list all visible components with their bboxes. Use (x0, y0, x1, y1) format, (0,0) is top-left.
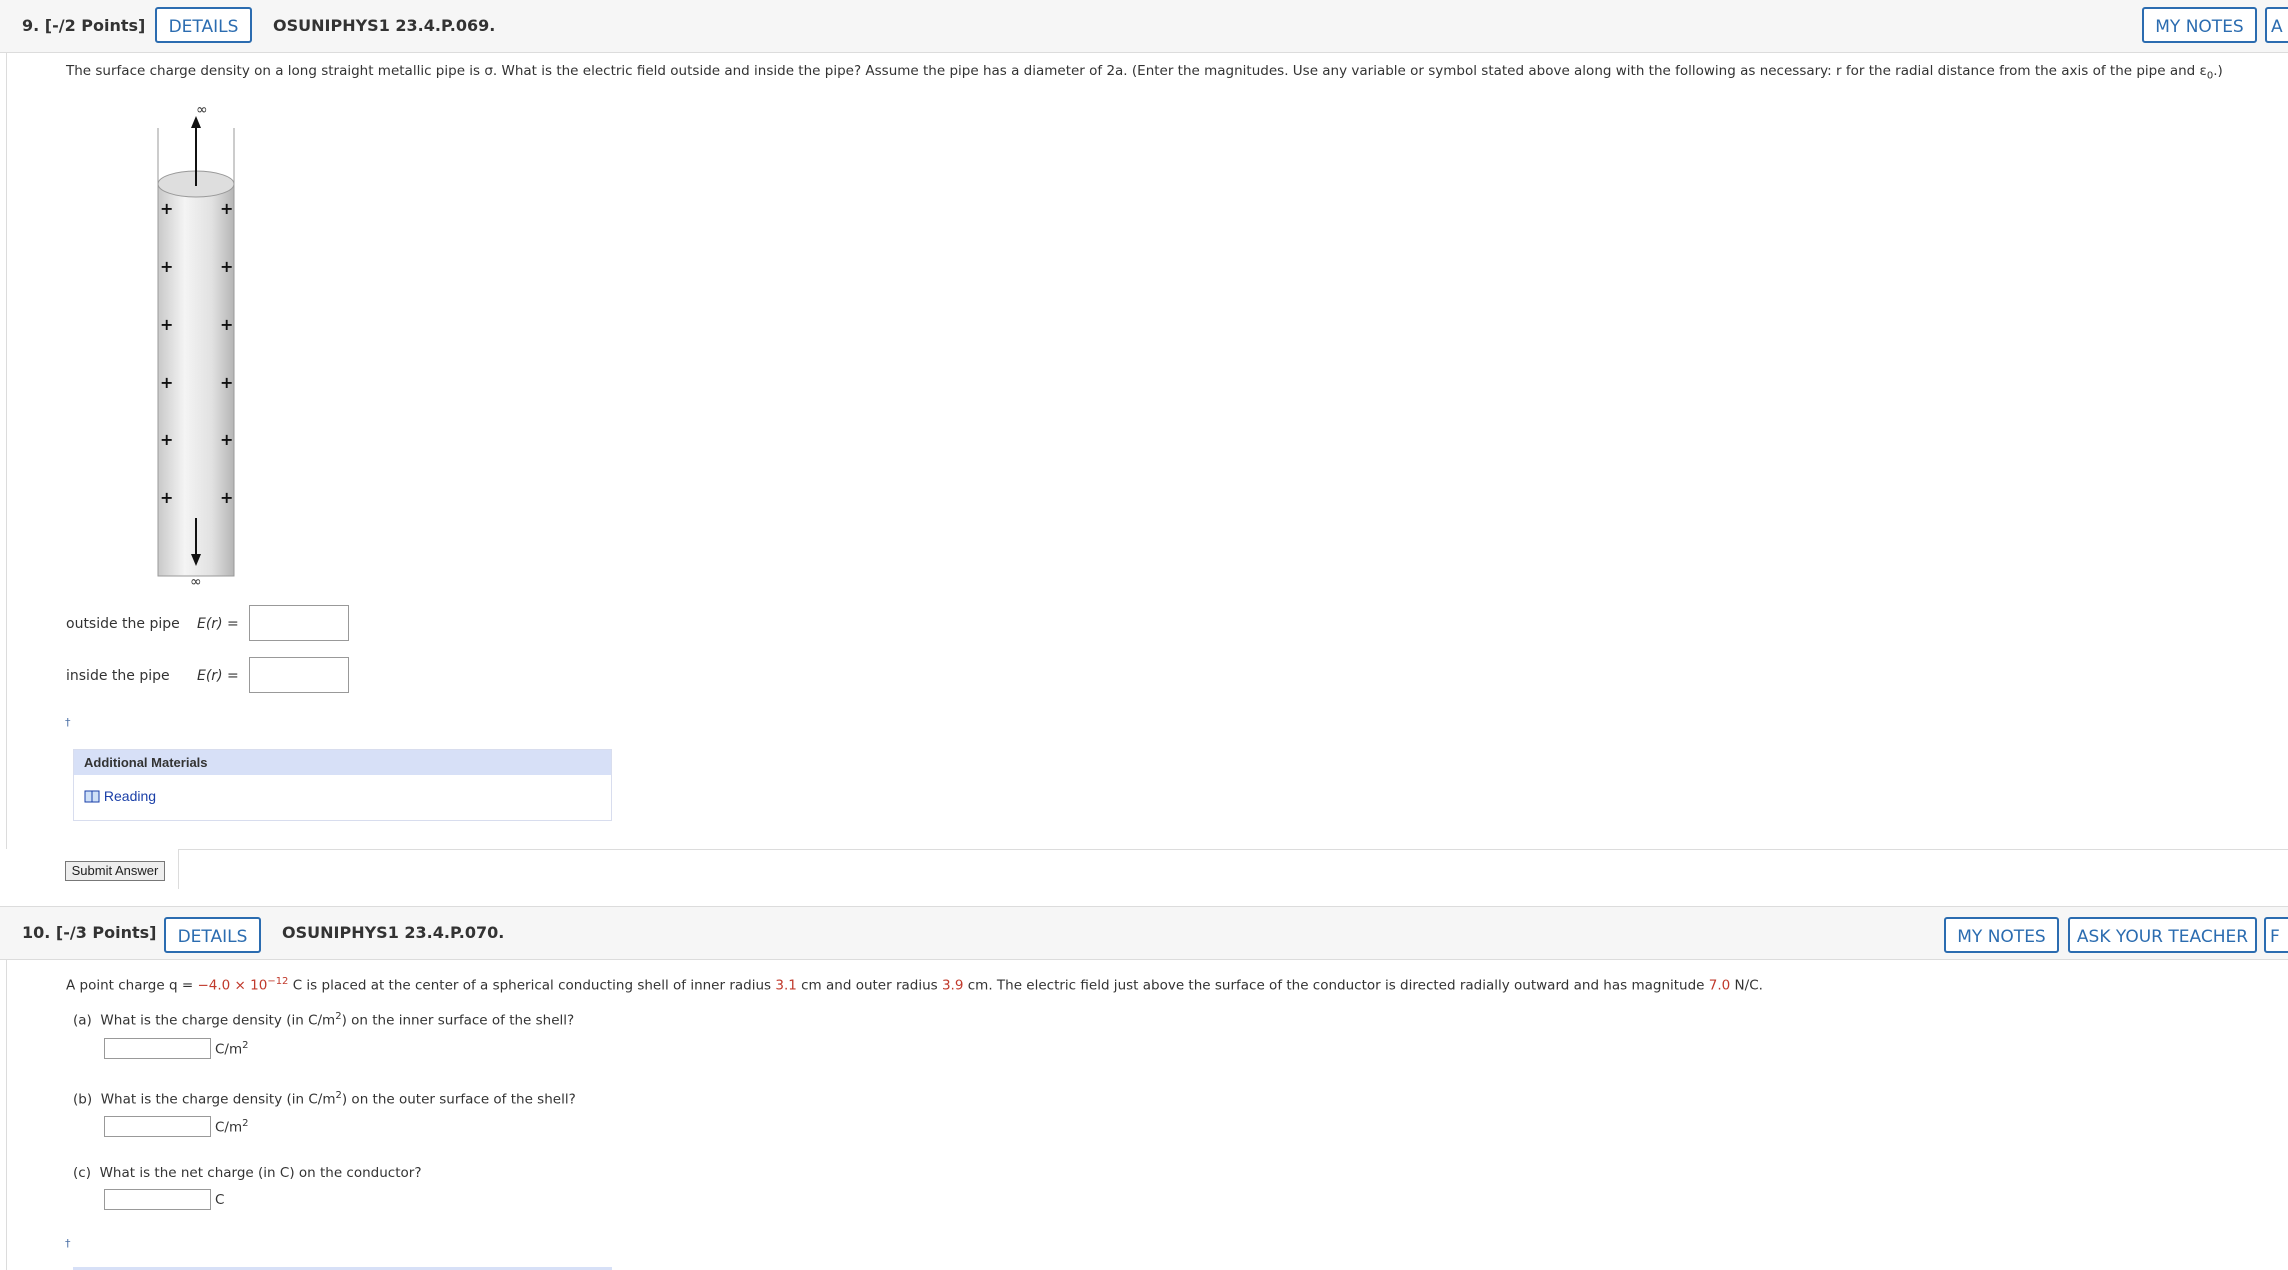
infinity-bottom-label: ∞ (190, 574, 202, 590)
part-a-unit: C/m2 (215, 1040, 249, 1058)
plus-sign: + (220, 199, 233, 218)
charge-exponent: −12 (267, 976, 289, 987)
part-c-unit: C (215, 1192, 225, 1208)
part-b-unit-exponent: 2 (242, 1118, 249, 1129)
part-a-unit-text: C/m (215, 1041, 243, 1058)
q9-tip-marker: † (65, 716, 71, 729)
inner-radius-value: 3.1 (775, 977, 797, 994)
reading-link[interactable]: Reading (84, 788, 156, 804)
q9-body-border (6, 52, 2288, 849)
q9-header: 9. [-/2 Points] DETAILS OSUNIPHYS1 23.4.… (0, 0, 2288, 53)
inside-pipe-answer-input[interactable] (249, 657, 349, 693)
q10-body-border (6, 959, 2288, 1270)
plus-sign: + (220, 257, 233, 276)
plus-sign: + (220, 315, 233, 334)
part-a-question: (a) What is the charge density (in C/m2)… (73, 1011, 574, 1029)
infinity-top-label: ∞ (196, 102, 208, 118)
field-magnitude-value: 7.0 (1708, 977, 1731, 994)
q9-prompt-text: The surface charge density on a long str… (66, 63, 2207, 79)
q10-details-button[interactable]: DETAILS (164, 917, 261, 953)
plus-sign: + (220, 373, 233, 392)
plus-sign: + (220, 488, 233, 507)
submit-answer-button[interactable]: Submit Answer (65, 861, 165, 881)
part-a-text: What is the charge density (in C/m (100, 1012, 336, 1029)
inside-er-label: E(r) = (197, 668, 239, 684)
part-b-tag: (b) (73, 1091, 93, 1108)
q10-question-id: OSUNIPHYS1 23.4.P.070. (282, 923, 505, 942)
part-a-text-end: ) on the inner surface of the shell? (341, 1012, 575, 1029)
q9-details-button[interactable]: DETAILS (155, 7, 252, 43)
submit-area-divider-vertical (178, 849, 179, 889)
part-c-answer-input[interactable] (104, 1189, 211, 1210)
q10-tip-marker: † (65, 1237, 71, 1250)
part-a-unit-exponent: 2 (242, 1040, 249, 1051)
plus-sign: + (160, 199, 173, 218)
q10-prompt-text: N/C. (1730, 977, 1763, 994)
outer-radius-value: 3.9 (941, 977, 964, 994)
q9-question-id: OSUNIPHYS1 23.4.P.069. (273, 16, 496, 35)
q10-points: 10. [-/3 Points] (22, 923, 157, 942)
part-c-tag: (c) (73, 1165, 91, 1181)
part-c-question: (c) What is the net charge (in C) on the… (73, 1165, 421, 1181)
part-b-text: What is the charge density (in C/m (100, 1091, 336, 1108)
q10-extra-button[interactable]: F (2264, 917, 2288, 953)
q10-prompt-text: cm. The electric field just above the su… (963, 977, 1709, 994)
plus-sign: + (160, 315, 173, 334)
plus-sign: + (160, 257, 173, 276)
plus-sign: + (220, 430, 233, 449)
outside-pipe-label: outside the pipe (66, 616, 180, 632)
part-b-unit: C/m2 (215, 1118, 249, 1136)
q10-prompt-text: C is placed at the center of a spherical… (288, 977, 776, 994)
q10-prompt: A point charge q = −4.0 × 10−12 C is pla… (66, 976, 1763, 994)
part-b-unit-text: C/m (215, 1119, 243, 1136)
q10-header: 10. [-/3 Points] DETAILS OSUNIPHYS1 23.4… (0, 906, 2288, 960)
plus-sign: + (160, 430, 173, 449)
outside-er-label: E(r) = (197, 616, 239, 632)
q9-prompt: The surface charge density on a long str… (66, 63, 2223, 82)
reading-link-label: Reading (103, 788, 157, 804)
q9-prompt-end: .) (2213, 63, 2223, 79)
charge-value: −4.0 × 10 (197, 977, 268, 994)
submit-area-divider (178, 849, 2288, 850)
q9-my-notes-button[interactable]: MY NOTES (2142, 7, 2257, 43)
q10-my-notes-button[interactable]: MY NOTES (1944, 917, 2059, 953)
charged-pipe-figure: ∞ ∞ + + + + + + + + + + + + (157, 102, 235, 590)
outside-pipe-answer-input[interactable] (249, 605, 349, 641)
q10-ask-teacher-button[interactable]: ASK YOUR TEACHER (2068, 917, 2257, 953)
part-a-tag: (a) (73, 1012, 92, 1029)
part-a-answer-input[interactable] (104, 1038, 211, 1059)
additional-materials-box: Additional Materials Reading (73, 749, 612, 821)
inside-pipe-label: inside the pipe (66, 668, 170, 684)
additional-materials-heading: Additional Materials (74, 750, 611, 775)
q9-points: 9. [-/2 Points] (22, 16, 146, 35)
plus-sign: + (160, 488, 173, 507)
q10-prompt-text: cm and outer radius (796, 977, 942, 994)
part-b-question: (b) What is the charge density (in C/m2)… (73, 1090, 576, 1108)
q9-ask-teacher-button[interactable]: A (2265, 7, 2288, 43)
plus-sign: + (160, 373, 173, 392)
part-b-answer-input[interactable] (104, 1116, 211, 1137)
q10-prompt-text: A point charge q = (66, 977, 198, 994)
book-icon (84, 790, 100, 803)
part-b-text-end: ) on the outer surface of the shell? (341, 1091, 576, 1108)
part-c-text: What is the net charge (in C) on the con… (99, 1165, 422, 1181)
